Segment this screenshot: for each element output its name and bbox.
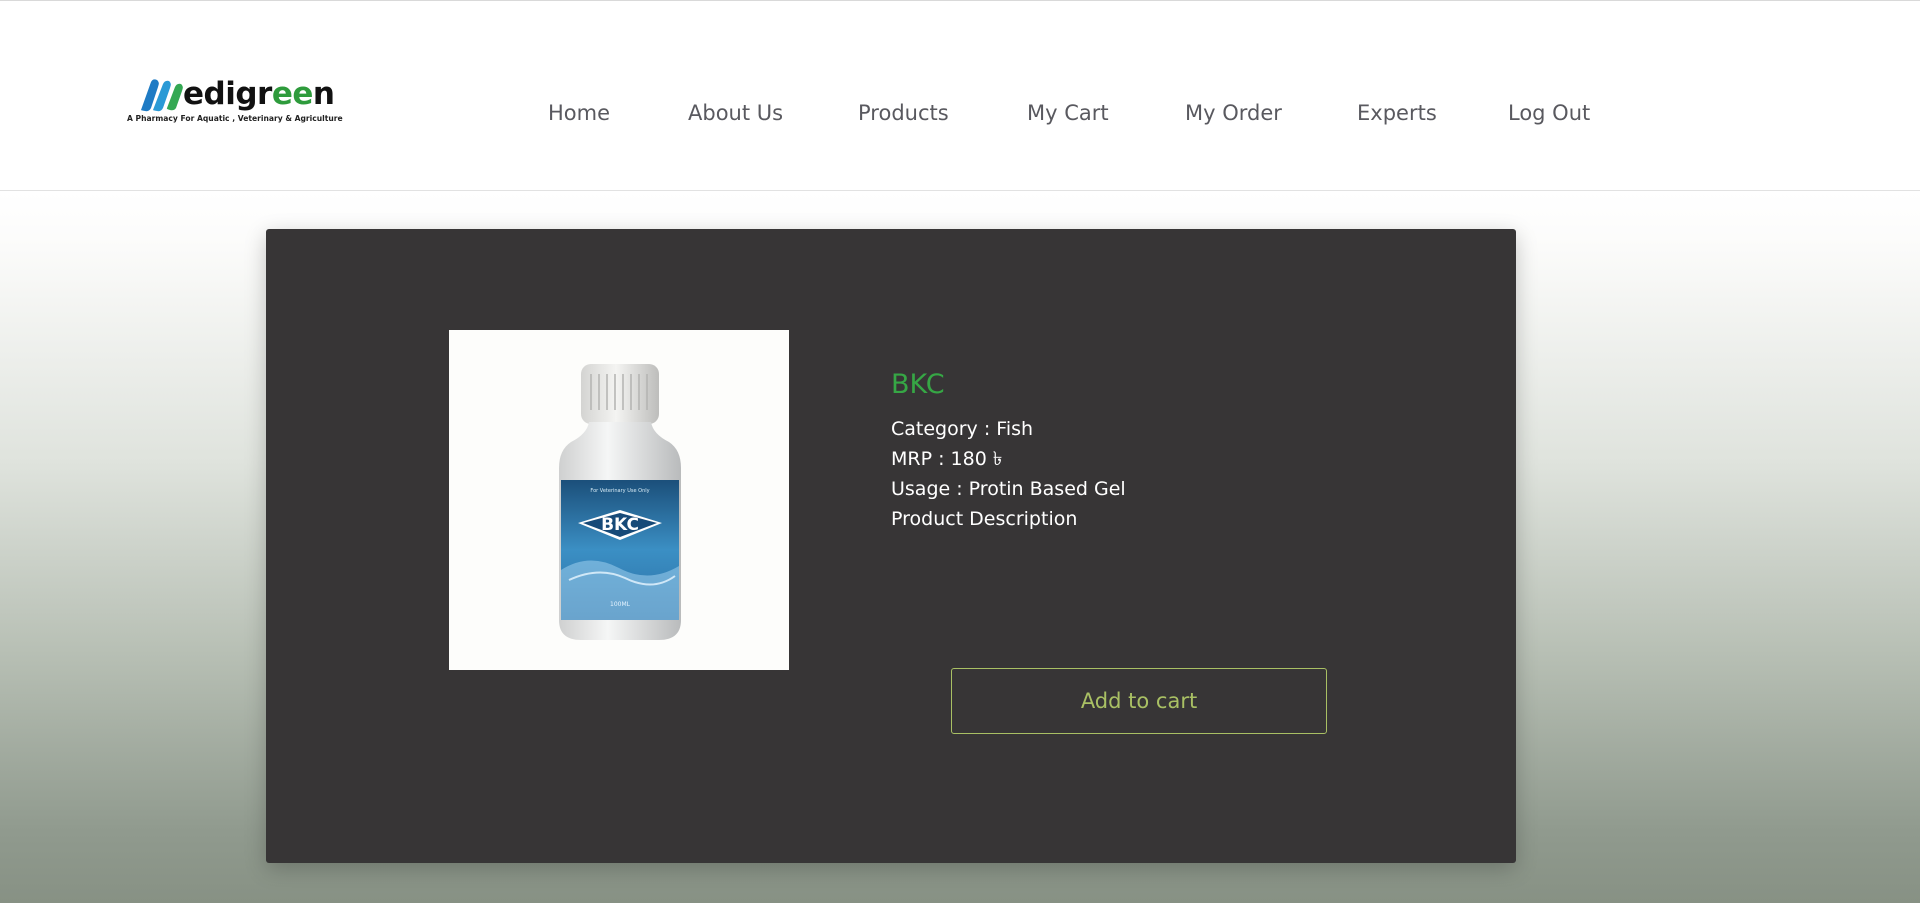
add-to-cart-button[interactable]: Add to cart <box>951 668 1327 734</box>
product-description: Product Description <box>891 508 1078 530</box>
site-header: edigreen A Pharmacy For Aquatic , Veteri… <box>0 1 1920 191</box>
product-price: MRP : 180 ৳ <box>891 448 1003 470</box>
nav-my-cart[interactable]: My Cart <box>1027 101 1109 125</box>
product-name: BKC <box>891 369 945 400</box>
bottle-label-text: BKC <box>601 515 639 535</box>
product-info: BKC Category : Fish MRP : 180 ৳ Usage : … <box>891 369 1391 534</box>
nav-experts[interactable]: Experts <box>1357 101 1437 125</box>
bottle-volume-text: 100ML <box>610 601 631 608</box>
nav-about-us[interactable]: About Us <box>688 101 783 125</box>
bottle-illustration: BKC For Veterinary Use Only 100ML <box>559 364 681 640</box>
nav-log-out[interactable]: Log Out <box>1508 101 1590 125</box>
product-category: Category : Fish <box>891 418 1034 440</box>
bottle-small-text: For Veterinary Use Only <box>590 488 649 494</box>
nav-home[interactable]: Home <box>548 101 610 125</box>
product-card: BKC For Veterinary Use Only 100ML BKC Ca… <box>266 229 1516 863</box>
product-image: BKC For Veterinary Use Only 100ML <box>449 330 789 670</box>
main-nav: Home About Us Products My Cart My Order … <box>0 101 1920 129</box>
nav-my-order[interactable]: My Order <box>1185 101 1282 125</box>
nav-products[interactable]: Products <box>858 101 949 125</box>
product-usage: Usage : Protin Based Gel <box>891 478 1126 500</box>
